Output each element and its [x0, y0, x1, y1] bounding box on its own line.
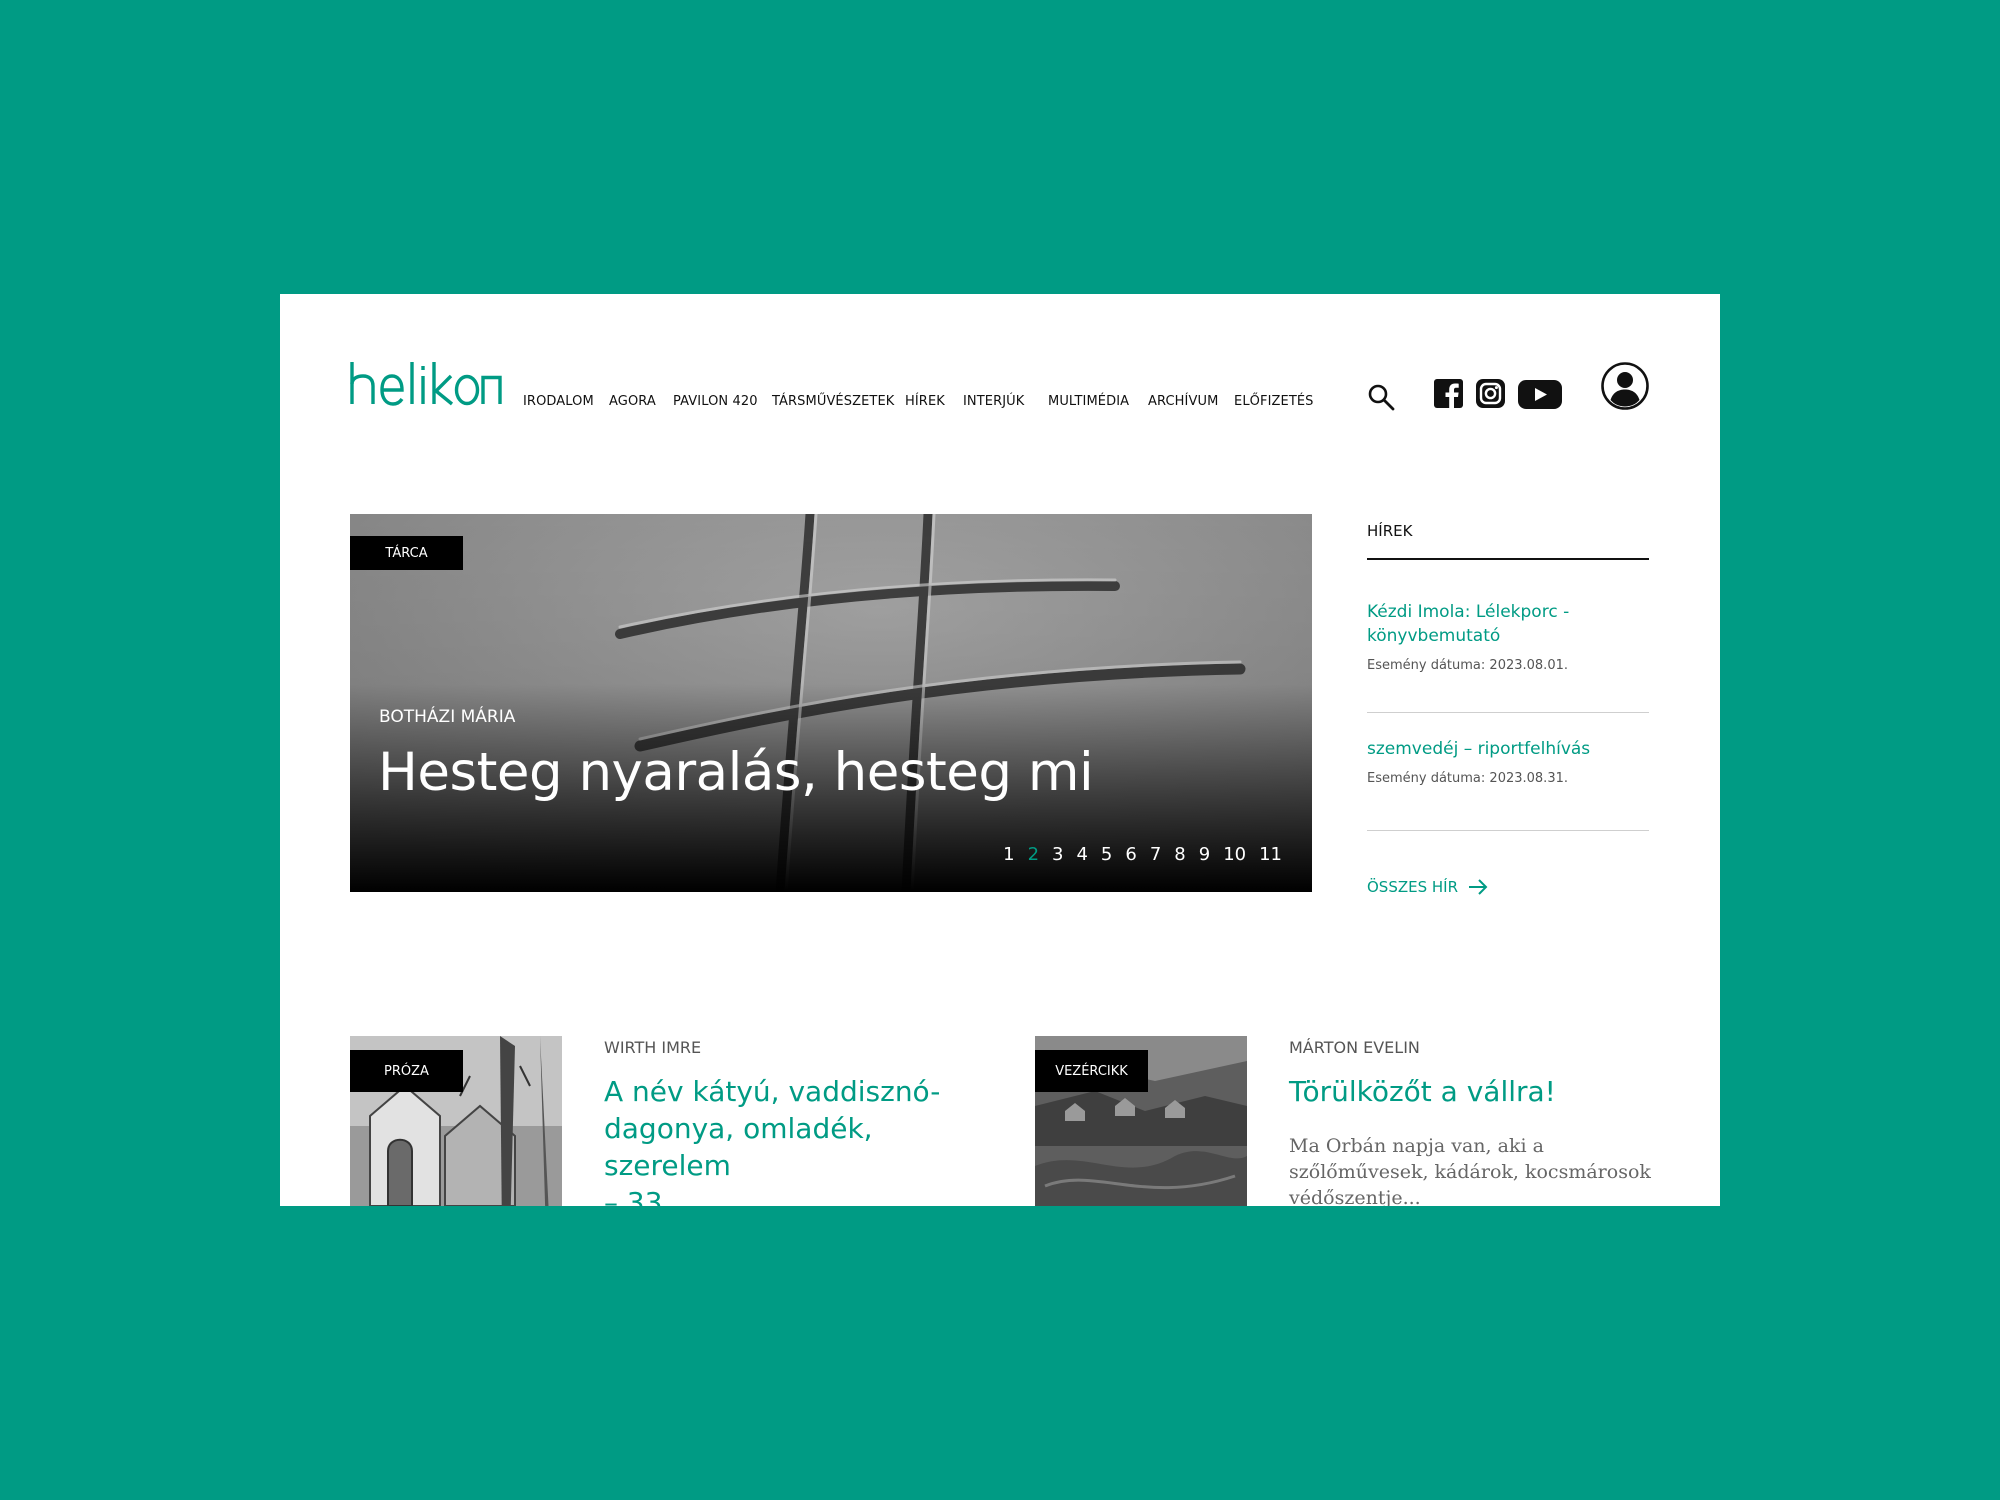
page-link[interactable]: 8 [1174, 844, 1185, 865]
nav-item-multimedia[interactable]: MULTIMÉDIA [1048, 394, 1129, 409]
page-link[interactable]: 6 [1125, 844, 1136, 865]
facebook-icon[interactable] [1434, 379, 1463, 413]
article-title-line: Törülközőt a vállra! [1289, 1075, 1556, 1108]
news-sidebar: HÍREK Kézdi Imola: Lélekporc - könyvbemu… [1367, 514, 1649, 896]
user-account-icon[interactable] [1601, 362, 1649, 415]
hero-author[interactable]: BOTHÁZI MÁRIA [379, 707, 515, 727]
page-link[interactable]: 4 [1076, 844, 1087, 865]
page-link[interactable]: 2 [1028, 844, 1039, 865]
news-item: Kézdi Imola: Lélekporc - könyvbemutató E… [1367, 560, 1649, 713]
helikon-logo-mark [350, 362, 502, 406]
nav-item-archivum[interactable]: ARCHÍVUM [1148, 394, 1218, 409]
article-title-line: – 33. [604, 1186, 672, 1206]
hero-title[interactable]: Hesteg nyaralás, hesteg mi [378, 742, 1094, 803]
site-page: helikon IRODALOM AGORA PAVILON 420 TÁRSM… [280, 294, 1720, 1206]
article-excerpt-line: védőszentje... [1289, 1187, 1421, 1206]
arrow-right-icon [1469, 879, 1488, 895]
article-thumbnail[interactable]: VEZÉRCIKK [1035, 1036, 1247, 1206]
page-link[interactable]: 3 [1052, 844, 1063, 865]
instagram-icon[interactable] [1476, 379, 1505, 413]
date-label: Esemény dátuma: [1367, 771, 1486, 786]
helikon-logo[interactable]: helikon [350, 360, 502, 410]
page-link[interactable]: 10 [1223, 844, 1246, 865]
news-heading: HÍREK [1367, 514, 1649, 560]
article-category-tag[interactable]: PRÓZA [350, 1050, 463, 1092]
hero-category-tag[interactable]: TÁRCA [350, 536, 463, 570]
nav-item-hirek[interactable]: HÍREK [905, 394, 945, 409]
all-news-link[interactable]: ÖSSZES HÍR [1367, 878, 1488, 896]
date-label: Esemény dátuma: [1367, 658, 1486, 673]
article-excerpt-line: Ma Orbán napja van, aki a [1289, 1135, 1544, 1157]
article-title-line: A név kátyú, vaddisznó- [604, 1075, 941, 1108]
page-link[interactable]: 7 [1150, 844, 1161, 865]
article-title[interactable]: Törülközőt a vállra! [1289, 1073, 1669, 1110]
date-value: 2023.08.31. [1489, 771, 1568, 786]
nav-item-interjuk[interactable]: INTERJÚK [963, 394, 1024, 409]
date-value: 2023.08.01. [1489, 658, 1568, 673]
news-item-date: Esemény dátuma: 2023.08.31. [1367, 771, 1649, 786]
youtube-icon[interactable] [1518, 380, 1562, 414]
all-news-label: ÖSSZES HÍR [1367, 878, 1459, 896]
nav-item-irodalom[interactable]: IRODALOM [523, 394, 594, 409]
page-link[interactable]: 5 [1101, 844, 1112, 865]
nav-item-pavilon-420[interactable]: PAVILON 420 [673, 394, 758, 409]
article-title[interactable]: A név kátyú, vaddisznó- dagonya, omladék… [604, 1073, 974, 1206]
article-author[interactable]: WIRTH IMRE [604, 1038, 701, 1057]
page-link[interactable]: 1 [1003, 844, 1014, 865]
news-item-date: Esemény dátuma: 2023.08.01. [1367, 658, 1649, 673]
hero-pagination: 1 2 3 4 5 6 7 8 9 10 11 [1003, 844, 1282, 865]
search-icon[interactable] [1367, 383, 1395, 416]
nav-item-tarsmuveszetek[interactable]: TÁRSMŰVÉSZETEK [772, 394, 894, 409]
hashtag-in-sand-image [350, 514, 1312, 892]
news-item-title[interactable]: szemvedéj – riportfelhívás [1367, 737, 1649, 761]
article-excerpt: Ma Orbán napja van, aki a szőlőművesek, … [1289, 1133, 1689, 1206]
page-link[interactable]: 11 [1259, 844, 1282, 865]
article-title-line: dagonya, omladék, szerelem [604, 1112, 873, 1182]
article-thumbnail[interactable]: PRÓZA [350, 1036, 562, 1206]
article-author[interactable]: MÁRTON EVELIN [1289, 1038, 1420, 1057]
nav-item-agora[interactable]: AGORA [609, 394, 656, 409]
article-excerpt-line: szőlőművesek, kádárok, kocsmárosok [1289, 1161, 1651, 1183]
nav-item-elofizetes[interactable]: ELŐFIZETÉS [1234, 394, 1314, 409]
article-category-tag[interactable]: VEZÉRCIKK [1035, 1050, 1148, 1092]
news-item: szemvedéj – riportfelhívás Esemény dátum… [1367, 713, 1649, 831]
page-link[interactable]: 9 [1199, 844, 1210, 865]
featured-article[interactable]: TÁRCA BOTHÁZI MÁRIA Hesteg nyaralás, hes… [350, 514, 1312, 892]
news-item-title[interactable]: Kézdi Imola: Lélekporc - könyvbemutató [1367, 600, 1597, 648]
